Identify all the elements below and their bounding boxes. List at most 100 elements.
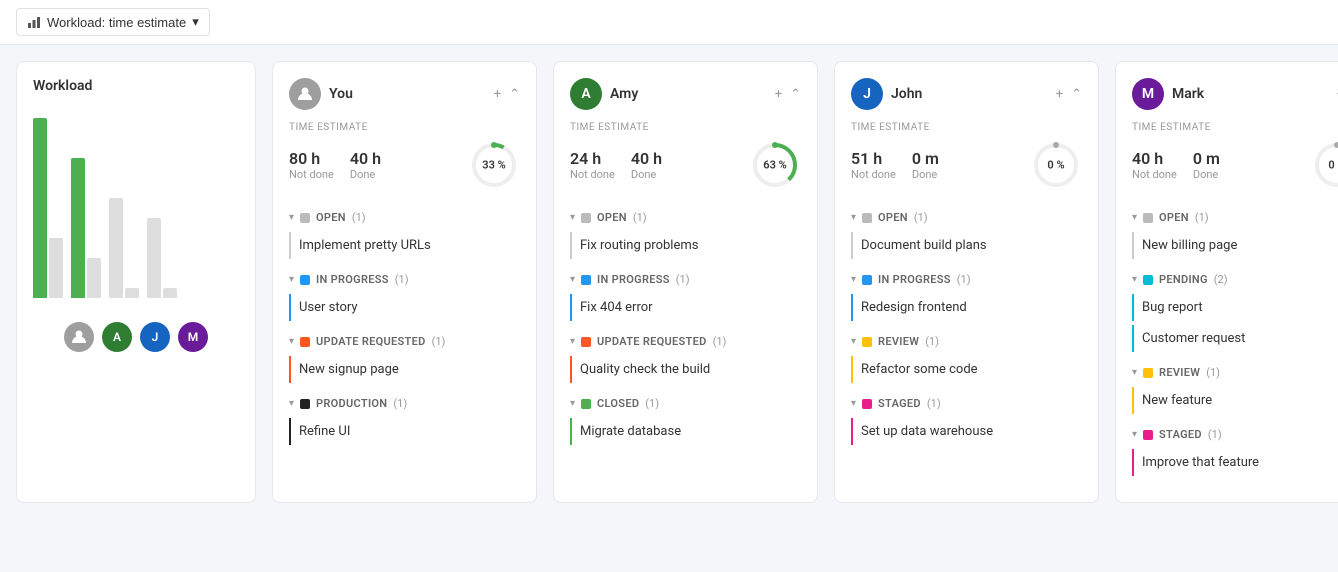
status-header-in-progress[interactable]: ▾ IN PROGRESS (1): [851, 269, 1082, 290]
main-content: Workload: [0, 45, 1338, 519]
task-item[interactable]: Quality check the build: [570, 356, 801, 383]
add-icon-john[interactable]: +: [1056, 87, 1063, 102]
task-item[interactable]: Fix 404 error: [570, 294, 801, 321]
status-count-update-requested: (1): [432, 335, 446, 348]
workload-dropdown-button[interactable]: Workload: time estimate ▾: [16, 8, 210, 36]
status-count-in-progress: (1): [676, 273, 690, 286]
status-header-open[interactable]: ▾ OPEN (1): [570, 207, 801, 228]
status-header-production[interactable]: ▾ PRODUCTION (1): [289, 393, 520, 414]
status-group-staged: ▾ STAGED (1) Improve that feature: [1132, 424, 1338, 476]
add-icon-amy[interactable]: +: [775, 87, 782, 102]
not-done-stat-mark: 40 h Not done: [1132, 149, 1177, 181]
collapse-icon-john[interactable]: ⌃: [1071, 87, 1082, 102]
task-item[interactable]: New signup page: [289, 356, 520, 383]
chevron-icon: ▾: [289, 274, 294, 285]
status-dot-in-progress: [300, 275, 310, 285]
collapse-icon-amy[interactable]: ⌃: [790, 87, 801, 102]
chevron-icon: ▾: [851, 336, 856, 347]
bar-mark-done: [163, 288, 177, 298]
task-item[interactable]: Implement pretty URLs: [289, 232, 520, 259]
chevron-icon: ▾: [570, 398, 575, 409]
columns-container: You + ⌃ TIME ESTIMATE 80 h Not done 40 h…: [272, 61, 1338, 503]
chevron-icon: ▾: [1132, 274, 1137, 285]
status-dot-review: [1143, 368, 1153, 378]
status-label-staged: STAGED: [1159, 428, 1202, 441]
task-item[interactable]: Customer request: [1132, 325, 1338, 352]
status-header-review[interactable]: ▾ REVIEW (1): [851, 331, 1082, 352]
task-item[interactable]: Migrate database: [570, 418, 801, 445]
status-group-open: ▾ OPEN (1) Document build plans: [851, 207, 1082, 259]
collapse-icon-you[interactable]: ⌃: [509, 87, 520, 102]
avatar-you: [64, 322, 94, 352]
task-item[interactable]: Redesign frontend: [851, 294, 1082, 321]
status-label-open: OPEN: [316, 211, 346, 224]
person-info-you: You: [289, 78, 353, 110]
task-item[interactable]: Document build plans: [851, 232, 1082, 259]
status-dot-update-requested: [581, 337, 591, 347]
person-name-you: You: [329, 86, 353, 102]
status-header-in-progress[interactable]: ▾ IN PROGRESS (1): [289, 269, 520, 290]
avatar-mark: M: [178, 322, 208, 352]
task-item[interactable]: Improve that feature: [1132, 449, 1338, 476]
status-group-review: ▾ REVIEW (1) New feature: [1132, 362, 1338, 414]
done-stat-amy: 40 h Done: [631, 149, 662, 181]
bar-mark-notdone: [147, 218, 161, 298]
not-done-stat-you: 80 h Not done: [289, 149, 334, 181]
workload-sidebar: Workload: [16, 61, 256, 503]
task-item[interactable]: Refine UI: [289, 418, 520, 445]
status-header-open[interactable]: ▾ OPEN (1): [289, 207, 520, 228]
status-header-staged[interactable]: ▾ STAGED (1): [1132, 424, 1338, 445]
task-item[interactable]: Bug report: [1132, 294, 1338, 321]
person-header-amy: A Amy + ⌃: [570, 78, 801, 110]
task-item[interactable]: Refactor some code: [851, 356, 1082, 383]
status-header-open[interactable]: ▾ OPEN (1): [1132, 207, 1338, 228]
time-estimate-you: TIME ESTIMATE 80 h Not done 40 h Done 33…: [289, 122, 520, 191]
status-header-staged[interactable]: ▾ STAGED (1): [851, 393, 1082, 414]
add-icon-you[interactable]: +: [494, 87, 501, 102]
avatar-john: J: [851, 78, 883, 110]
status-group-closed: ▾ CLOSED (1) Migrate database: [570, 393, 801, 445]
column-mark: M Mark + ⌃ TIME ESTIMATE 40 h Not done 0…: [1115, 61, 1338, 503]
person-info-john: J John: [851, 78, 922, 110]
chart-bar-amy: [71, 118, 101, 298]
status-dot-open: [300, 213, 310, 223]
task-item[interactable]: New feature: [1132, 387, 1338, 414]
status-dot-staged: [862, 399, 872, 409]
bar-you-done: [49, 238, 63, 298]
status-group-open: ▾ OPEN (1) Implement pretty URLs: [289, 207, 520, 259]
task-item[interactable]: User story: [289, 294, 520, 321]
status-count-in-progress: (1): [957, 273, 971, 286]
status-group-update-requested: ▾ UPDATE REQUESTED (1) New signup page: [289, 331, 520, 383]
chevron-icon: ▾: [570, 274, 575, 285]
status-header-review[interactable]: ▾ REVIEW (1): [1132, 362, 1338, 383]
chevron-icon: ▾: [851, 212, 856, 223]
status-header-pending[interactable]: ▾ PENDING (2): [1132, 269, 1338, 290]
person-header-john: J John + ⌃: [851, 78, 1082, 110]
chevron-icon: ▾: [570, 212, 575, 223]
task-item[interactable]: New billing page: [1132, 232, 1338, 259]
status-count-production: (1): [393, 397, 407, 410]
status-header-open[interactable]: ▾ OPEN (1): [851, 207, 1082, 228]
status-header-update-requested[interactable]: ▾ UPDATE REQUESTED (1): [570, 331, 801, 352]
time-estimate-label-you: TIME ESTIMATE: [289, 122, 520, 133]
chevron-icon: ▾: [289, 212, 294, 223]
task-item[interactable]: Fix routing problems: [570, 232, 801, 259]
dropdown-arrow: ▾: [192, 14, 199, 30]
task-item[interactable]: Set up data warehouse: [851, 418, 1082, 445]
avatar-you: [289, 78, 321, 110]
status-header-in-progress[interactable]: ▾ IN PROGRESS (1): [570, 269, 801, 290]
chevron-icon: ▾: [1132, 429, 1137, 440]
top-bar: Workload: time estimate ▾: [0, 0, 1338, 45]
status-header-closed[interactable]: ▾ CLOSED (1): [570, 393, 801, 414]
not-done-stat-amy: 24 h Not done: [570, 149, 615, 181]
status-dot-review: [862, 337, 872, 347]
status-header-update-requested[interactable]: ▾ UPDATE REQUESTED (1): [289, 331, 520, 352]
avatar-mark: M: [1132, 78, 1164, 110]
chevron-icon: ▾: [289, 336, 294, 347]
status-count-open: (1): [352, 211, 366, 224]
avatar-you-icon: [71, 329, 87, 345]
time-estimate-label-john: TIME ESTIMATE: [851, 122, 1082, 133]
status-label-pending: PENDING: [1159, 273, 1208, 286]
chevron-icon: ▾: [1132, 212, 1137, 223]
bar-john-done: [125, 288, 139, 298]
